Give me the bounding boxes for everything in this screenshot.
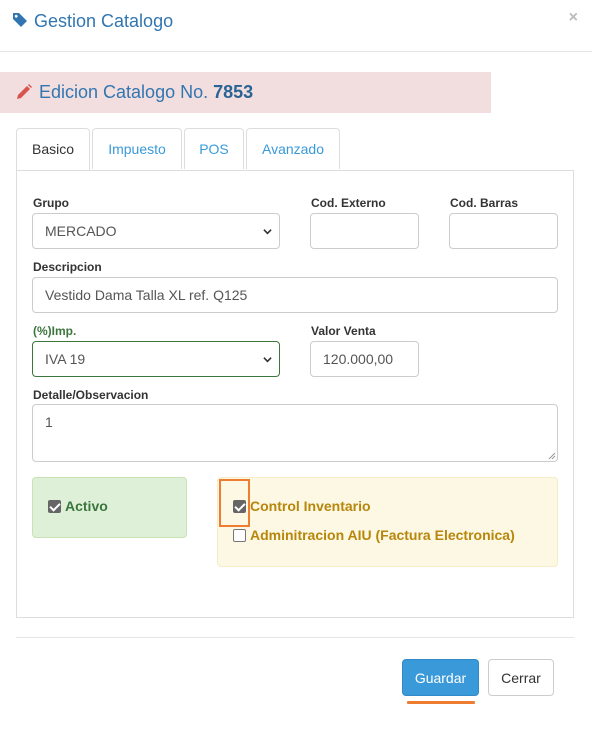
edit-banner: Edicion Catalogo No. 7853 [0, 72, 491, 113]
tab-basico[interactable]: Basico [16, 128, 90, 171]
inventory-options-box [217, 477, 558, 567]
impuesto-select[interactable]: IVA 19 [32, 341, 280, 377]
activo-checkbox[interactable] [48, 500, 61, 513]
cod-barras-label: Cod. Barras [450, 196, 519, 210]
grupo-label: Grupo [33, 196, 69, 210]
chevron-down-icon [263, 229, 272, 235]
banner-prefix: Edicion Catalogo No. [39, 82, 209, 102]
descripcion-label: Descripcion [33, 260, 102, 274]
cod-barras-input[interactable] [449, 213, 558, 249]
grupo-value: MERCADO [45, 223, 117, 239]
resize-handle-icon[interactable] [548, 452, 556, 460]
footer-divider [16, 637, 574, 638]
save-highlight-underline [407, 701, 475, 704]
detalle-value: 1 [45, 414, 53, 430]
modal-title: Gestion Catalogo [34, 11, 174, 31]
aiu-label: Adminitracion AIU (Factura Electronica) [250, 527, 515, 543]
tab-avanzado[interactable]: Avanzado [246, 128, 340, 169]
modal-header: Gestion Catalogo × [0, 0, 592, 52]
valor-venta-label: Valor Venta [311, 324, 376, 338]
detalle-label: Detalle/Observacion [33, 388, 149, 402]
cod-externo-label: Cod. Externo [311, 196, 386, 210]
banner-title: Edicion Catalogo No. 7853 [39, 82, 253, 103]
cancel-button[interactable]: Cerrar [488, 659, 554, 696]
close-icon[interactable]: × [569, 9, 578, 27]
tag-icon [12, 12, 28, 33]
detalle-textarea[interactable]: 1 [32, 404, 558, 462]
aiu-checkbox[interactable] [233, 529, 246, 542]
impuesto-value: IVA 19 [45, 351, 86, 367]
highlight-box [219, 479, 250, 527]
cod-externo-input[interactable] [310, 213, 419, 249]
activo-label: Activo [65, 498, 108, 514]
impuesto-label: (%)Imp. [33, 324, 77, 338]
tab-pos[interactable]: POS [184, 128, 244, 169]
tab-impuesto[interactable]: Impuesto [92, 128, 182, 169]
control-inventario-label: Control Inventario [250, 498, 371, 514]
grupo-select[interactable]: MERCADO [32, 213, 280, 249]
catalog-number: 7853 [213, 82, 254, 102]
valor-venta-input[interactable]: 120.000,00 [310, 341, 419, 377]
save-button[interactable]: Guardar [402, 659, 479, 696]
descripcion-input[interactable]: Vestido Dama Talla XL ref. Q125 [32, 277, 558, 313]
chevron-down-icon [263, 357, 272, 363]
pencil-icon [15, 83, 33, 106]
